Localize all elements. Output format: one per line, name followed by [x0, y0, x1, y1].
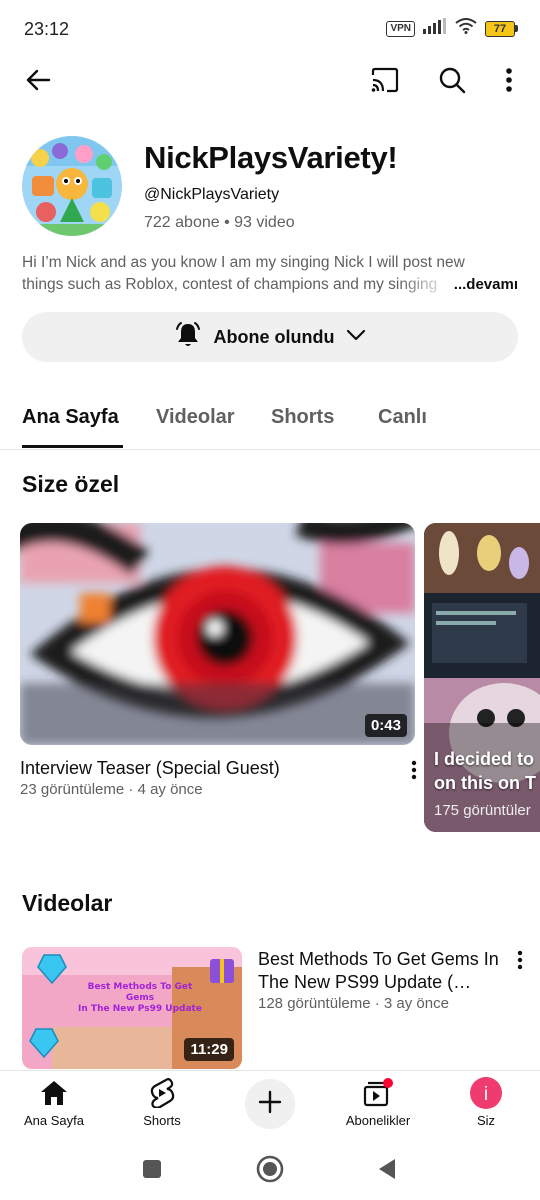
thumbnail-caption-line: Gems: [126, 993, 154, 1003]
nav-label: Shorts: [143, 1113, 181, 1128]
more-vert-icon[interactable]: [404, 758, 424, 782]
status-time: 23:12: [24, 19, 70, 39]
section-title-videos: Videolar: [22, 890, 113, 916]
app-bar: [0, 58, 540, 102]
nav-you[interactable]: i Siz: [441, 1077, 531, 1137]
video-title[interactable]: Best Methods To Get Gems In The New PS99…: [258, 948, 508, 994]
vpn-badge: VPN: [386, 20, 415, 37]
battery-level: 77: [485, 20, 515, 37]
profile-avatar-icon: i: [469, 1077, 503, 1109]
channel-stats: 722 abone • 93 video: [144, 214, 295, 231]
chevron-down-icon: [346, 328, 366, 346]
nav-label: Siz: [476, 1113, 496, 1128]
status-icons: VPN 77: [386, 18, 518, 39]
system-nav-bar: [0, 1138, 540, 1200]
nav-shorts[interactable]: Shorts: [117, 1077, 207, 1137]
featured-video-thumbnail[interactable]: 0:43: [20, 523, 415, 745]
nav-label: Abonelikler: [345, 1113, 411, 1128]
more-vert-icon[interactable]: [510, 948, 530, 972]
create-button[interactable]: [245, 1079, 295, 1129]
section-title-for-you: Size özel: [22, 471, 120, 497]
subscribe-label: Abone olundu: [213, 326, 335, 347]
channel-description[interactable]: Hi I’m Nick and as you know I am my sing…: [22, 252, 518, 296]
video-meta: 128 görüntüleme · 3 ay önce: [258, 995, 449, 1012]
active-tab-indicator: [22, 445, 123, 448]
tab-home[interactable]: Ana Sayfa: [22, 406, 119, 429]
wifi-icon: [455, 18, 477, 39]
subscribed-button[interactable]: Abone olundu: [22, 312, 518, 362]
shorts-icon: [149, 1077, 175, 1109]
side-video-title: I decided to on this on T: [434, 749, 536, 793]
featured-video-title[interactable]: Interview Teaser (Special Guest): [20, 758, 280, 779]
thumbnail-caption-line: Best Methods To Get: [88, 982, 193, 992]
more-vert-icon[interactable]: [487, 58, 531, 102]
channel-name: NickPlaysVariety!: [144, 140, 398, 175]
signal-icon: [423, 18, 447, 39]
back-triangle-icon[interactable]: [370, 1152, 404, 1186]
status-bar: 23:12 VPN 77: [0, 0, 540, 58]
bottom-nav: Ana Sayfa Shorts Abonelikler i Siz: [0, 1070, 540, 1138]
side-video-card[interactable]: I decided to on this on T 175 görüntüler: [424, 523, 540, 832]
battery-indicator: 77: [485, 20, 518, 37]
side-video-meta: 175 görüntüler: [434, 802, 531, 819]
subscriptions-icon: [362, 1077, 394, 1109]
channel-header: NickPlaysVariety! @NickPlaysVariety 722 …: [22, 136, 522, 236]
tab-videos[interactable]: Videolar: [156, 406, 235, 429]
svg-text:i: i: [484, 1084, 488, 1105]
home-circle-icon[interactable]: [253, 1152, 287, 1186]
search-icon[interactable]: [430, 58, 474, 102]
description-line: Hi I’m Nick and as you know I am my sing…: [22, 254, 465, 271]
create-plus-icon: [258, 1090, 282, 1119]
description-line: things such as Roblox, contest of champi…: [22, 276, 438, 293]
tab-shorts[interactable]: Shorts: [271, 406, 334, 429]
recents-square-icon[interactable]: [135, 1152, 169, 1186]
video-duration: 11:29: [184, 1038, 234, 1061]
back-arrow-icon[interactable]: [16, 58, 60, 102]
description-more-link[interactable]: ...devamı: [454, 276, 518, 293]
nav-label: Ana Sayfa: [24, 1113, 84, 1128]
video-thumbnail[interactable]: Best Methods To Get Gems In The New Ps99…: [22, 947, 242, 1069]
featured-video-meta: 23 görüntüleme · 4 ay önce: [20, 781, 203, 798]
video-duration: 0:43: [364, 714, 407, 737]
nav-home[interactable]: Ana Sayfa: [9, 1077, 99, 1137]
bell-icon: [174, 321, 202, 354]
home-icon: [39, 1077, 69, 1109]
channel-handle: @NickPlaysVariety: [144, 186, 280, 203]
cast-icon[interactable]: [363, 58, 407, 102]
channel-tabs: Ana Sayfa Videolar Shorts Canlı: [0, 388, 540, 450]
thumbnail-caption-line: In The New Ps99 Update: [78, 1004, 202, 1014]
tab-live[interactable]: Canlı: [378, 406, 427, 429]
nav-subscriptions[interactable]: Abonelikler: [333, 1077, 423, 1137]
channel-avatar[interactable]: [22, 136, 122, 236]
